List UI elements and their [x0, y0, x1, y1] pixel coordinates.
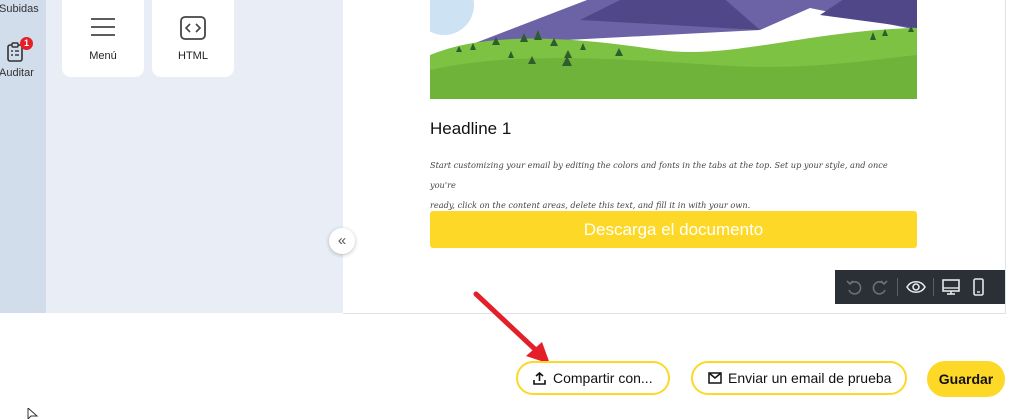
email-headline[interactable]: Headline 1 — [430, 119, 511, 139]
upload-icon — [533, 372, 546, 385]
block-tile-html[interactable]: HTML — [152, 0, 234, 77]
toolbar-divider — [897, 278, 898, 296]
send-test-email-button[interactable]: Enviar un email de prueba — [691, 361, 907, 395]
email-canvas: Headline 1 Start customizing your email … — [343, 0, 1006, 314]
left-sidebar: Subidas 1 Auditar — [0, 0, 46, 313]
email-body-line: Start customizing your email by editing … — [430, 160, 888, 190]
sidebar-item-auditar[interactable]: Auditar — [0, 67, 45, 79]
toolbar-divider — [933, 278, 934, 296]
save-button[interactable]: Guardar — [927, 361, 1005, 397]
redo-icon[interactable] — [870, 277, 890, 297]
sidebar-item-subidas[interactable]: Subidas — [0, 3, 45, 15]
share-button[interactable]: Compartir con... — [516, 361, 670, 395]
collapse-panel-button[interactable]: « — [329, 228, 355, 254]
blocks-panel: Menú HTML — [46, 0, 343, 313]
notification-badge: 1 — [20, 37, 33, 50]
hero-image[interactable] — [430, 0, 917, 99]
preview-icon[interactable] — [906, 277, 926, 297]
block-label-menu: Menú — [89, 50, 117, 62]
mouse-cursor-icon — [27, 408, 39, 419]
desktop-icon[interactable] — [941, 277, 961, 297]
download-button[interactable]: Descarga el documento — [430, 211, 917, 248]
block-tile-menu[interactable]: Menú — [62, 0, 144, 77]
canvas-toolbar — [835, 270, 1005, 304]
undo-icon[interactable] — [844, 277, 864, 297]
email-body-text[interactable]: Start customizing your email by editing … — [430, 155, 915, 215]
annotation-arrow — [473, 291, 550, 364]
send-test-email-label: Enviar un email de prueba — [728, 370, 892, 386]
menu-icon — [91, 18, 115, 36]
code-icon — [180, 16, 206, 40]
mobile-icon[interactable] — [968, 277, 988, 297]
block-label-html: HTML — [178, 50, 208, 62]
mail-icon — [708, 372, 722, 384]
share-button-label: Compartir con... — [553, 370, 653, 386]
